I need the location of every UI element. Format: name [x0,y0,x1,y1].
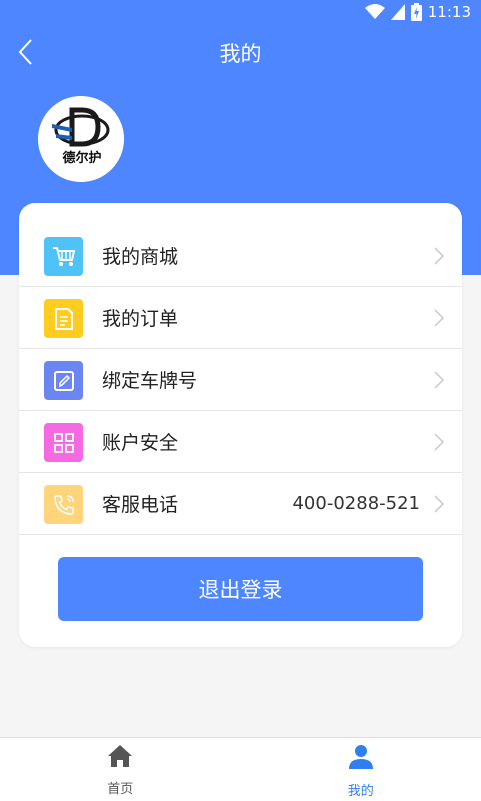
chevron-right-icon [433,371,445,389]
chevron-right-icon [433,247,445,265]
menu-item-mall[interactable]: 我的商城 [19,225,462,287]
bottom-nav: 首页 我的 [0,737,481,801]
logout-button[interactable]: 退出登录 [58,557,423,621]
menu-item-label: 我的订单 [102,308,179,330]
user-icon [348,744,374,774]
battery-charging-icon [410,3,422,21]
status-time: 11:13 [427,3,471,21]
menu-item-bind-plate[interactable]: 绑定车牌号 [19,349,462,411]
menu-list: 我的商城 我的订单 绑定车牌号 账户安全 客服电话 400-0288-521 [19,225,462,535]
wifi-icon [364,4,385,20]
status-bar: 11:13 [0,0,481,24]
signal-icon [390,4,405,20]
nav-label-home: 首页 [107,782,134,797]
menu-card: 我的商城 我的订单 绑定车牌号 账户安全 客服电话 400-0288-521 退… [19,203,462,647]
menu-item-label: 客服电话 [102,494,179,516]
service-phone-number[interactable]: 400-0288-521 [292,493,420,514]
brand-logo: 德尔护 [38,96,124,182]
document-icon [44,299,83,338]
menu-item-label: 我的商城 [102,246,179,268]
chevron-right-icon [433,495,445,513]
avatar-logo-text: 德尔护 [62,150,101,166]
cart-icon [44,237,83,276]
menu-item-account-security[interactable]: 账户安全 [19,411,462,473]
chevron-right-icon [433,309,445,327]
chevron-right-icon [433,433,445,451]
phone-icon [44,485,83,524]
nav-label-mine: 我的 [347,784,374,799]
menu-item-label: 绑定车牌号 [102,370,198,392]
home-icon [107,744,133,772]
avatar[interactable]: 德尔护 [38,96,124,182]
edit-icon [44,361,83,400]
nav-item-home[interactable]: 首页 [0,738,241,801]
page-title: 我的 [219,42,262,66]
app-header: 我的 [0,24,481,84]
menu-item-label: 账户安全 [102,432,179,454]
grid-icon [44,423,83,462]
nav-item-mine[interactable]: 我的 [241,738,481,801]
menu-item-orders[interactable]: 我的订单 [19,287,462,349]
screen: 11:13 我的 德尔护 我的商城 我的订单 绑定车牌号 账户安全 客服电话 4… [0,0,481,801]
menu-item-customer-service[interactable]: 客服电话 400-0288-521 [19,473,462,535]
